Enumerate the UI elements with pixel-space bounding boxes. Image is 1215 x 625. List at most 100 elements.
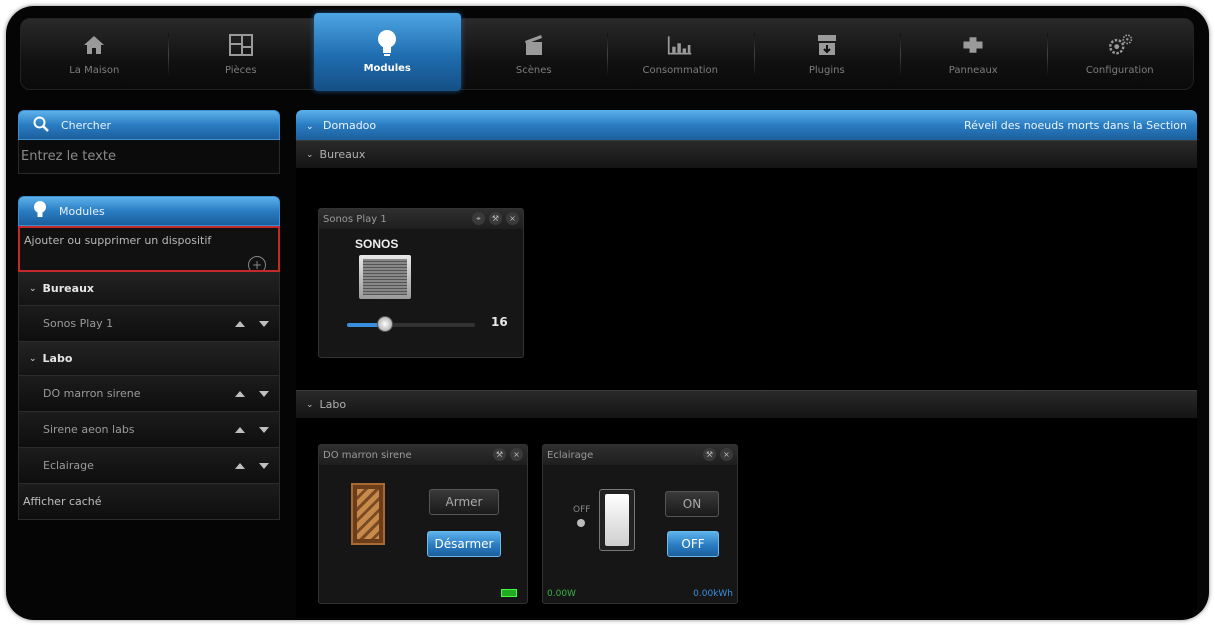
tab-label: Scènes	[515, 65, 552, 76]
show-hidden-label: Afficher caché	[23, 495, 102, 508]
tab-modules[interactable]: Modules	[314, 13, 461, 91]
wrench-icon[interactable]: ⚒	[489, 212, 502, 225]
main-title: Domadoo	[323, 118, 377, 132]
plugin-box-icon	[814, 32, 840, 58]
search-panel-header: Chercher	[18, 110, 280, 140]
widget-title-bar: Sonos Play 1 ⌖ ⚒ ×	[319, 209, 523, 229]
top-navigation: La Maison Pièces Modules Scènes Consomma…	[20, 13, 1194, 91]
add-remove-label: Ajouter ou supprimer un dispositif	[24, 234, 212, 247]
volume-slider[interactable]	[347, 316, 475, 332]
speaker-image	[359, 255, 411, 299]
item-label: Eclairage	[43, 459, 94, 472]
energy-value: 0.00kWh	[693, 589, 733, 599]
sidebar-group-bureaux[interactable]: ⌄ Bureaux	[18, 272, 280, 306]
light-switch[interactable]	[599, 489, 635, 551]
tab-label: Panneaux	[948, 65, 998, 76]
main-header: ⌄ Domadoo Réveil des noeuds morts dans l…	[296, 110, 1197, 140]
power-value: 0.00W	[547, 589, 576, 599]
widget-title-bar: DO marron sirene ⚒ ×	[319, 445, 527, 465]
app-frame: La Maison Pièces Modules Scènes Consomma…	[6, 6, 1209, 620]
sidebar-item-sonos-play-1[interactable]: Sonos Play 1	[18, 306, 280, 342]
section-label: Labo	[319, 398, 347, 411]
move-up-icon[interactable]	[235, 462, 245, 469]
item-label: Sonos Play 1	[43, 317, 114, 330]
sidebar-item-do-marron-sirene[interactable]: DO marron sirene	[18, 376, 280, 412]
clapperboard-icon	[521, 32, 547, 58]
close-icon[interactable]: ×	[510, 448, 523, 461]
section-header-labo[interactable]: ⌄ Labo	[296, 390, 1197, 418]
lightbulb-icon	[374, 30, 400, 56]
sidebar-group-labo[interactable]: ⌄ Labo	[18, 342, 280, 376]
tab-label: Pièces	[224, 65, 257, 76]
sidebar-item-sirene-aeon-labs[interactable]: Sirene aeon labs	[18, 412, 280, 448]
door-icon	[351, 483, 385, 545]
close-icon[interactable]: ×	[506, 212, 519, 225]
move-down-icon[interactable]	[259, 462, 269, 469]
chevron-down-icon: ⌄	[29, 353, 37, 364]
sonos-brand-label: SONOS	[355, 237, 399, 251]
item-label: DO marron sirene	[43, 387, 141, 400]
rooms-icon	[228, 32, 254, 58]
gears-icon	[1107, 32, 1133, 58]
move-down-icon[interactable]	[259, 390, 269, 397]
wake-dead-nodes-link[interactable]: Réveil des noeuds morts dans la Section	[964, 119, 1187, 132]
lighting-widget: Eclairage ⚒ × OFF ON OFF 0.00W 0.00kWh	[542, 444, 738, 604]
tab-label: La Maison	[69, 65, 120, 76]
item-label: Sirene aeon labs	[43, 423, 135, 436]
wrench-icon[interactable]: ⚒	[493, 448, 506, 461]
move-down-icon[interactable]	[259, 426, 269, 433]
chevron-down-icon: ⌄	[306, 149, 314, 160]
tab-panneaux[interactable]: Panneaux	[900, 19, 1047, 89]
add-remove-device-button[interactable]: Ajouter ou supprimer un dispositif +	[18, 226, 280, 272]
tab-label: Configuration	[1085, 65, 1154, 76]
tab-la-maison[interactable]: La Maison	[21, 19, 168, 89]
group-label: Bureaux	[42, 282, 94, 295]
volume-knob[interactable]	[377, 316, 394, 332]
move-up-icon[interactable]	[235, 426, 245, 433]
tab-configuration[interactable]: Configuration	[1046, 19, 1194, 89]
house-icon	[81, 32, 107, 58]
main-title-wrap[interactable]: ⌄ Domadoo	[306, 119, 376, 132]
sonos-widget: Sonos Play 1 ⌖ ⚒ × SONOS 16	[318, 208, 524, 358]
group-label: Labo	[42, 352, 73, 365]
widget-title: Eclairage	[547, 449, 594, 461]
show-hidden-link[interactable]: Afficher caché	[18, 484, 280, 520]
expand-icon[interactable]: ⌖	[472, 212, 485, 225]
section-header-bureaux[interactable]: ⌄ Bureaux	[296, 140, 1197, 168]
tab-plugins[interactable]: Plugins	[753, 19, 901, 89]
tab-scenes[interactable]: Scènes	[461, 19, 608, 89]
disarm-button[interactable]: Désarmer	[427, 531, 501, 557]
chevron-down-icon: ⌄	[306, 121, 314, 132]
move-up-icon[interactable]	[235, 320, 245, 327]
wrench-icon[interactable]: ⚒	[703, 448, 716, 461]
close-icon[interactable]: ×	[720, 448, 733, 461]
widget-title: DO marron sirene	[323, 449, 412, 461]
status-led	[577, 519, 585, 527]
off-button[interactable]: OFF	[667, 531, 719, 557]
battery-icon	[501, 589, 517, 597]
move-down-icon[interactable]	[259, 320, 269, 327]
move-up-icon[interactable]	[235, 390, 245, 397]
door-sensor-widget: DO marron sirene ⚒ × Armer Désarmer	[318, 444, 528, 604]
tab-pieces[interactable]: Pièces	[167, 19, 315, 89]
chart-icon	[667, 32, 693, 58]
chevron-down-icon: ⌄	[29, 283, 37, 294]
arm-button[interactable]: Armer	[429, 489, 499, 515]
chevron-down-icon: ⌄	[306, 399, 314, 410]
main-panel: ⌄ Domadoo Réveil des noeuds morts dans l…	[296, 110, 1197, 618]
tab-label: Consommation	[642, 65, 719, 76]
puzzle-icon	[960, 32, 986, 58]
widget-title-bar: Eclairage ⚒ ×	[543, 445, 737, 465]
tab-label: Plugins	[808, 65, 845, 76]
modules-panel-title: Modules	[59, 204, 105, 218]
on-button[interactable]: ON	[665, 491, 719, 517]
section-label: Bureaux	[319, 148, 366, 161]
sidebar-item-eclairage[interactable]: Eclairage	[18, 448, 280, 484]
widget-title: Sonos Play 1	[323, 213, 387, 225]
lightbulb-icon	[33, 200, 47, 222]
tab-consommation[interactable]: Consommation	[607, 19, 754, 89]
search-placeholder: Entrez le texte	[21, 149, 116, 164]
search-input[interactable]: Entrez le texte	[18, 140, 280, 174]
sidebar: Chercher Entrez le texte Modules Ajouter…	[18, 110, 280, 520]
off-indicator-label: OFF	[573, 505, 591, 515]
